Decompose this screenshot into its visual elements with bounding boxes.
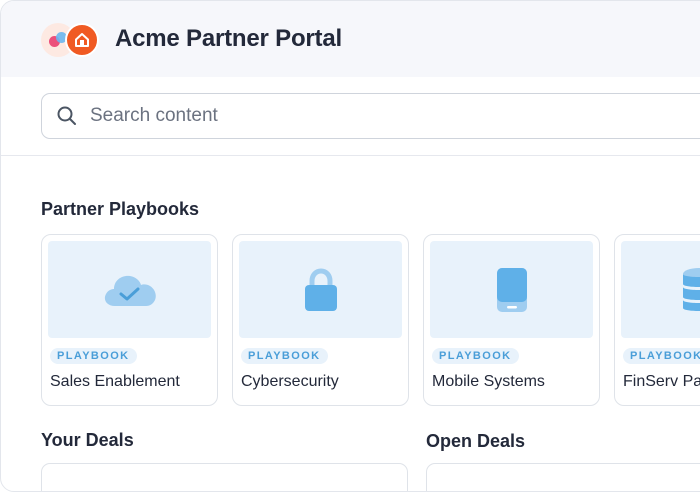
playbook-name: FinServ Pa xyxy=(623,373,700,390)
playbook-card-finserv[interactable]: PLAYBOOK FinServ Pa xyxy=(614,234,700,406)
partner-logo xyxy=(41,21,101,57)
section-title-playbooks: Partner Playbooks xyxy=(41,199,200,219)
playbook-badge: PLAYBOOK xyxy=(432,348,519,364)
playbook-thumbnail xyxy=(621,241,700,338)
playbook-badge: PLAYBOOK xyxy=(623,348,700,364)
search-box[interactable] xyxy=(41,93,700,139)
playbook-name: Sales Enablement xyxy=(50,373,180,390)
open-deals-panel xyxy=(426,463,700,491)
your-deals-panel xyxy=(41,463,408,491)
playbook-thumbnail xyxy=(239,241,402,338)
playbook-badge: PLAYBOOK xyxy=(241,348,328,364)
playbook-card-sales-enablement[interactable]: PLAYBOOK Sales Enablement xyxy=(41,234,218,406)
lock-icon xyxy=(304,267,337,311)
page-title: Acme Partner Portal xyxy=(115,25,342,52)
home-icon xyxy=(65,23,99,57)
database-icon xyxy=(683,267,700,311)
search-bar xyxy=(1,77,700,156)
playbook-thumbnail xyxy=(430,241,593,338)
playbook-name: Cybersecurity xyxy=(241,373,339,390)
playbook-thumbnail xyxy=(48,241,211,338)
playbook-list: PLAYBOOK Sales Enablement PLAYBOOK Cyber… xyxy=(41,234,700,406)
playbook-badge: PLAYBOOK xyxy=(50,348,137,364)
playbook-name: Mobile Systems xyxy=(432,373,545,390)
app-window: Acme Partner Portal Partner Playbooks PL… xyxy=(0,0,700,492)
section-title-your-deals: Your Deals xyxy=(41,430,134,450)
section-title-open-deals: Open Deals xyxy=(426,431,526,451)
header: Acme Partner Portal xyxy=(1,1,700,77)
playbook-card-cybersecurity[interactable]: PLAYBOOK Cybersecurity xyxy=(232,234,409,406)
search-icon xyxy=(57,106,76,125)
tablet-icon xyxy=(496,267,527,312)
search-input[interactable] xyxy=(88,104,592,128)
cloud-check-icon xyxy=(104,275,156,306)
playbook-card-mobile-systems[interactable]: PLAYBOOK Mobile Systems xyxy=(423,234,600,406)
